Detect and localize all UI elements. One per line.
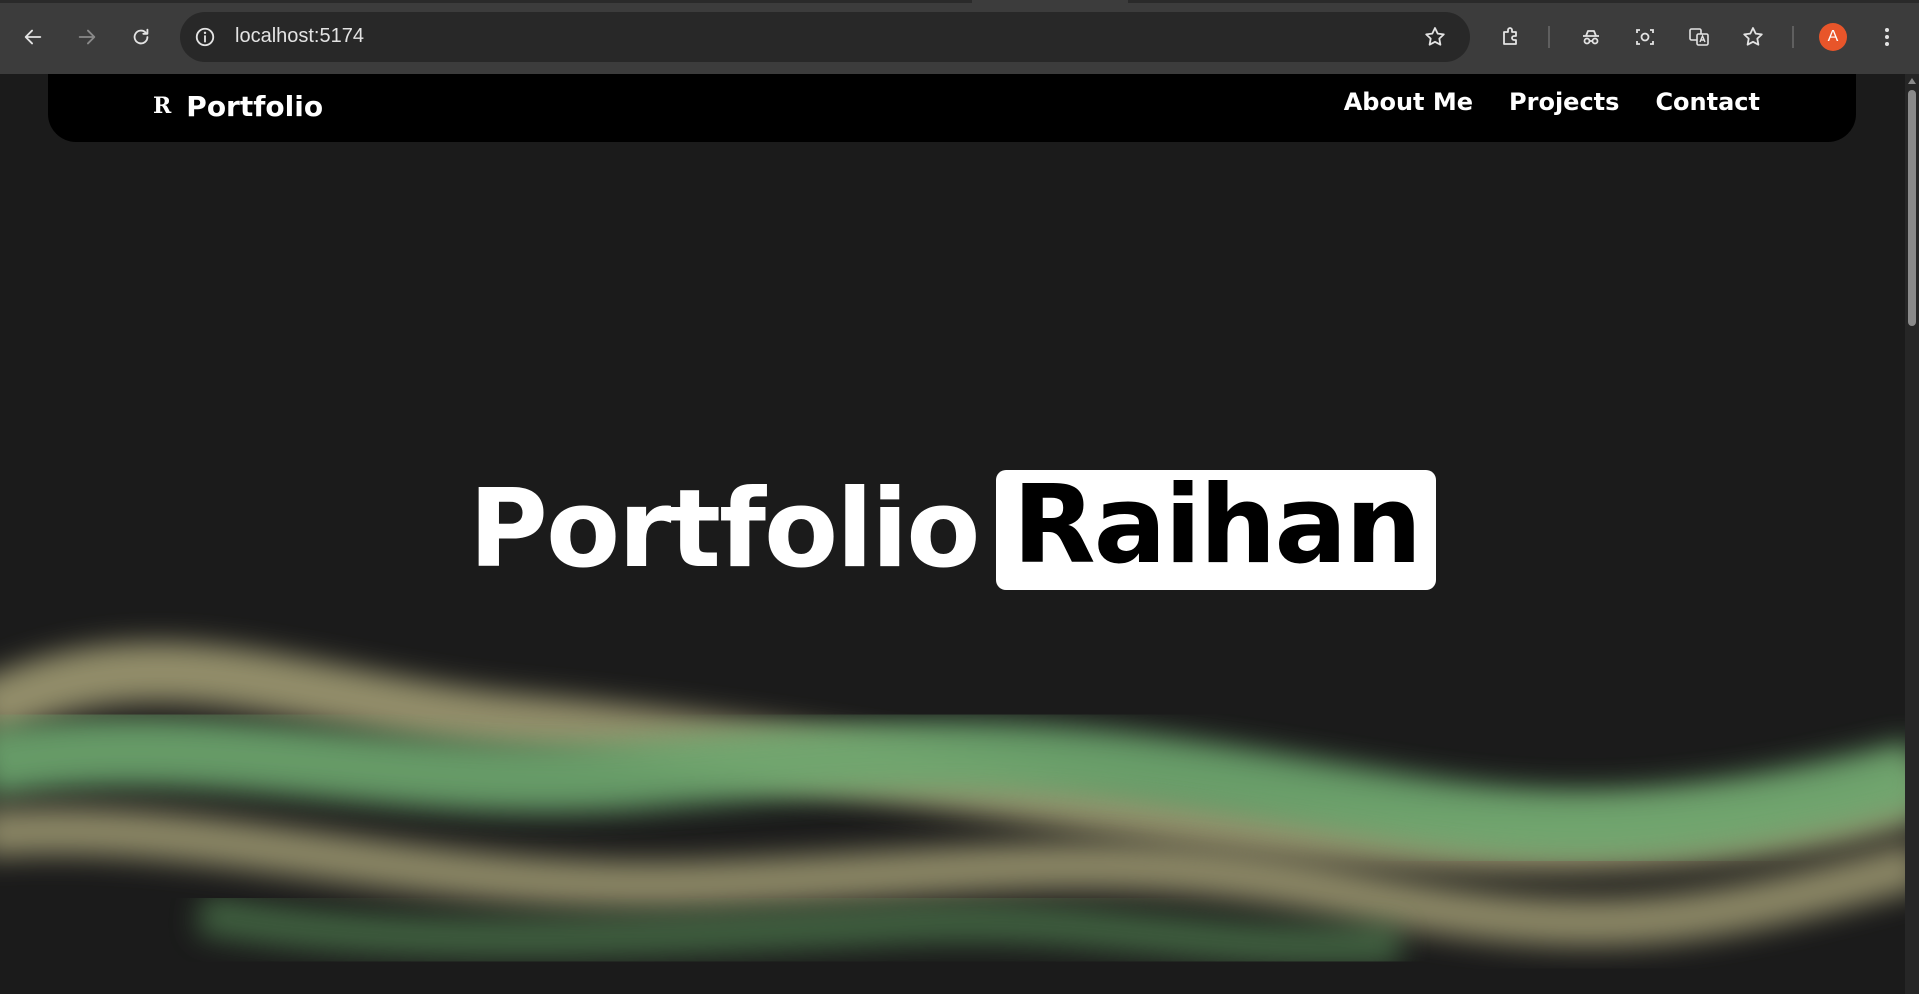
arrow-right-icon <box>78 29 96 45</box>
toolbar-separator <box>1792 26 1794 48</box>
hero-title-word: Portfolio <box>468 467 981 592</box>
brand-link[interactable]: R Portfolio <box>153 86 323 126</box>
profile-avatar[interactable]: A <box>1819 23 1847 51</box>
reload-button[interactable] <box>124 20 158 54</box>
tab-strip <box>0 0 1919 3</box>
back-button[interactable] <box>16 20 50 54</box>
brand-name: Portfolio <box>186 89 324 123</box>
info-icon[interactable] <box>192 24 218 50</box>
star-plus-icon[interactable] <box>1738 22 1768 52</box>
page-viewport: R Portfolio About Me Projects Contact Po… <box>0 74 1905 994</box>
reload-icon <box>133 28 149 45</box>
site-navbar: R Portfolio About Me Projects Contact <box>48 74 1856 142</box>
incognito-icon[interactable] <box>1576 22 1606 52</box>
hero-title-highlight: Raihan <box>996 470 1437 590</box>
brand-logo: R <box>153 93 171 119</box>
scrollbar-thumb[interactable] <box>1908 90 1916 326</box>
kebab-menu-icon[interactable] <box>1872 22 1902 52</box>
hero-heading: Portfolio Raihan <box>0 470 1905 590</box>
wave-background-graphic <box>0 642 1905 966</box>
scroll-up-arrow-icon[interactable] <box>1908 78 1916 84</box>
camera-search-icon[interactable] <box>1630 22 1660 52</box>
arrow-left-icon <box>24 29 42 45</box>
page-scrollbar[interactable] <box>1905 74 1919 994</box>
url-text[interactable]: localhost:5174 <box>235 25 364 48</box>
bookmark-star-icon[interactable] <box>1422 24 1448 50</box>
address-bar[interactable]: localhost:5174 <box>180 12 1470 62</box>
active-tab-indicator[interactable] <box>972 0 1128 3</box>
nav-link-projects[interactable]: Projects <box>1509 88 1619 116</box>
nav-link-about-me[interactable]: About Me <box>1344 88 1473 116</box>
nav-link-contact[interactable]: Contact <box>1655 88 1760 116</box>
toolbar-separator <box>1548 26 1550 48</box>
forward-button[interactable] <box>70 20 104 54</box>
nav-menu: About Me Projects Contact <box>1344 88 1760 116</box>
browser-toolbar: localhost:5174 A <box>0 0 1919 74</box>
translate-icon[interactable] <box>1684 22 1714 52</box>
puzzle-icon[interactable] <box>1496 22 1526 52</box>
